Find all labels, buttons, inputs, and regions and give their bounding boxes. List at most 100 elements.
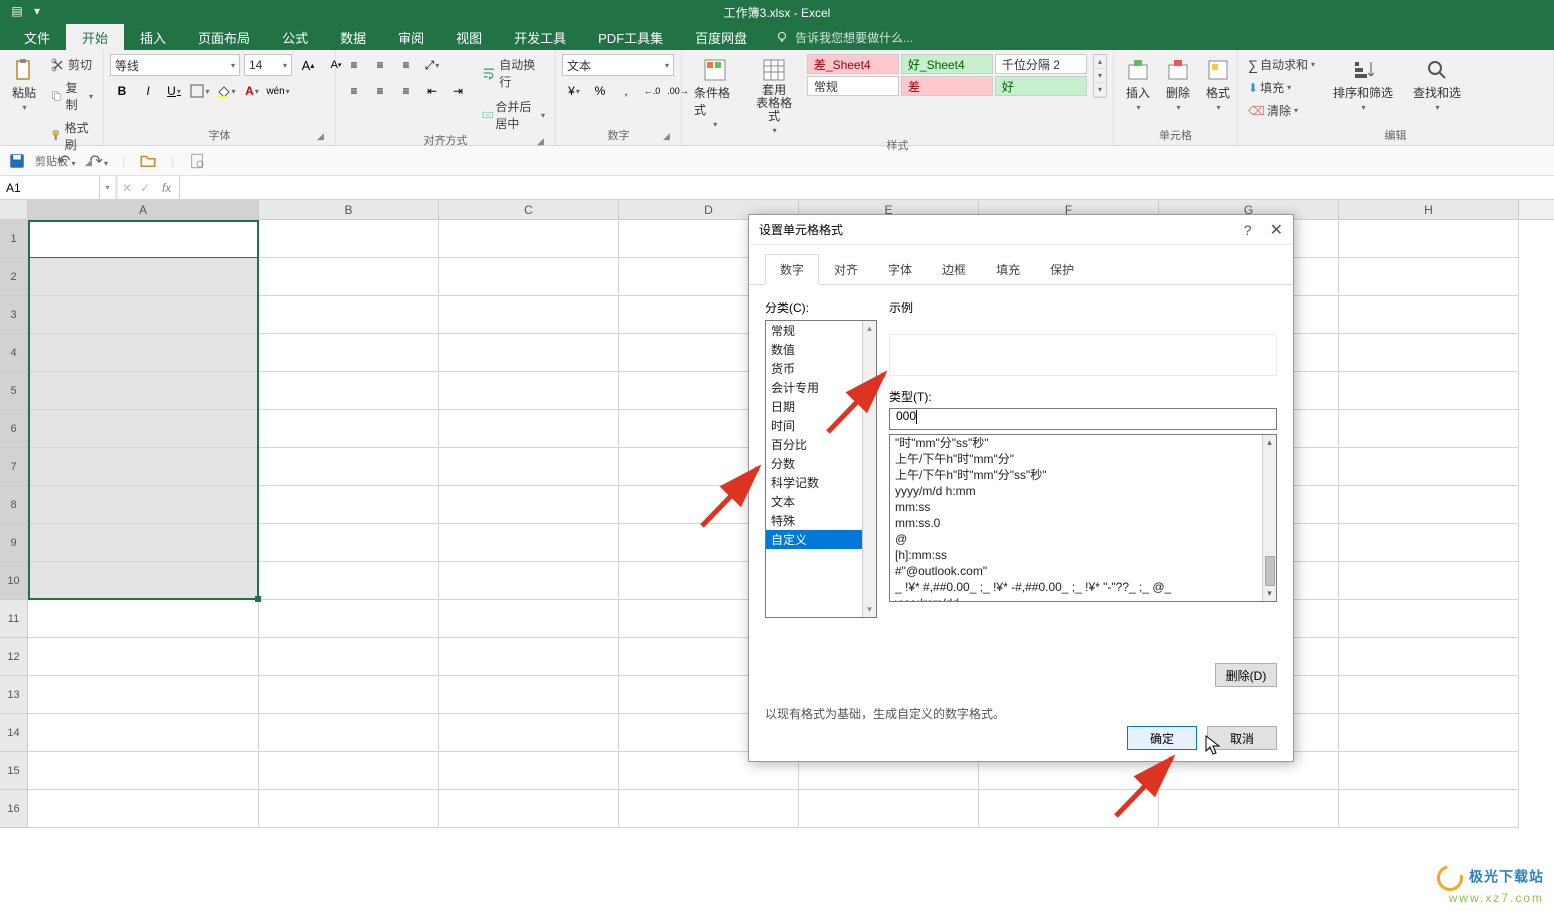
cell[interactable] [1339, 600, 1519, 638]
select-all-corner[interactable] [0, 200, 28, 219]
cell[interactable] [28, 334, 259, 372]
category-item[interactable]: 时间 [766, 416, 862, 435]
cell[interactable] [1339, 220, 1519, 258]
row-header[interactable]: 11 [0, 600, 28, 638]
style-cell[interactable]: 好 [995, 76, 1087, 96]
number-format-combo[interactable]: 文本▾ [562, 54, 674, 76]
row-header[interactable]: 1 [0, 220, 28, 258]
cell[interactable] [1339, 258, 1519, 296]
row-header[interactable]: 15 [0, 752, 28, 790]
category-item[interactable]: 科学记数 [766, 473, 862, 492]
row-header[interactable]: 10 [0, 562, 28, 600]
tab-baidu[interactable]: 百度网盘 [679, 24, 763, 50]
type-item[interactable]: mm:ss.0 [894, 515, 1258, 531]
cell[interactable] [259, 752, 439, 790]
cell[interactable] [439, 334, 619, 372]
cell[interactable] [28, 296, 259, 334]
style-cell[interactable]: 差 [901, 76, 993, 96]
cell[interactable] [1339, 486, 1519, 524]
cell[interactable] [28, 410, 259, 448]
cell[interactable] [259, 562, 439, 600]
name-box-dropdown[interactable]: ▾ [100, 176, 118, 199]
dialog-tab[interactable]: 边框 [927, 254, 981, 285]
cell[interactable] [799, 790, 979, 828]
dialog-launcher-icon[interactable]: ◢ [317, 131, 329, 143]
cell[interactable] [979, 790, 1159, 828]
inc-decimal-button[interactable]: ←.0 [640, 80, 664, 102]
column-header[interactable]: B [259, 200, 439, 219]
cell[interactable] [28, 790, 259, 828]
cell[interactable] [439, 524, 619, 562]
print-preview-icon[interactable] [188, 152, 206, 170]
paste-button[interactable]: 粘贴 ▾ [6, 54, 42, 116]
style-cell[interactable]: 常规 [807, 76, 899, 96]
cell[interactable] [28, 524, 259, 562]
category-item[interactable]: 日期 [766, 397, 862, 416]
cut-button[interactable]: 剪切 [46, 54, 97, 75]
row-header[interactable]: 3 [0, 296, 28, 334]
cell[interactable] [1339, 296, 1519, 334]
dialog-close-icon[interactable]: ✕ [1270, 220, 1283, 240]
column-header[interactable]: C [439, 200, 619, 219]
tell-me[interactable]: 告诉我您想要做什么... [775, 24, 913, 50]
cell[interactable] [439, 714, 619, 752]
cancel-button[interactable]: 取消 [1207, 726, 1277, 750]
cell[interactable] [28, 676, 259, 714]
insert-cells-button[interactable]: 插入▾ [1120, 54, 1156, 116]
type-item[interactable]: "时"mm"分"ss"秒" [894, 435, 1258, 451]
merge-center-button[interactable]: 合并后居中▾ [478, 96, 549, 134]
cell[interactable] [1339, 448, 1519, 486]
dialog-tab[interactable]: 对齐 [819, 254, 873, 285]
cell[interactable] [259, 220, 439, 258]
gallery-more-icon[interactable]: ▾ [1094, 83, 1106, 97]
bold-button[interactable]: B [110, 80, 134, 102]
cell[interactable] [439, 790, 619, 828]
category-item[interactable]: 会计专用 [766, 378, 862, 397]
cell[interactable] [439, 600, 619, 638]
row-header[interactable]: 13 [0, 676, 28, 714]
font-color-button[interactable]: A▾ [240, 80, 264, 102]
style-cell[interactable]: 好_Sheet4 [901, 54, 993, 74]
tab-data[interactable]: 数据 [324, 24, 382, 50]
orientation-button[interactable]: ⤢▾ [420, 54, 444, 76]
type-item[interactable]: yyyy/m/d h:mm [894, 483, 1258, 499]
scroll-down-icon[interactable]: ▾ [867, 604, 872, 615]
cell[interactable] [439, 638, 619, 676]
tab-review[interactable]: 审阅 [382, 24, 440, 50]
cell[interactable] [1339, 714, 1519, 752]
clear-button[interactable]: ⌫清除▾ [1244, 100, 1319, 121]
tab-devtools[interactable]: 开发工具 [498, 24, 582, 50]
category-item[interactable]: 分数 [766, 454, 862, 473]
dialog-tab[interactable]: 数字 [765, 254, 819, 285]
cell[interactable] [1339, 372, 1519, 410]
wrap-text-button[interactable]: 自动换行 [478, 54, 549, 92]
tab-formula[interactable]: 公式 [266, 24, 324, 50]
cell[interactable] [259, 790, 439, 828]
delete-format-button[interactable]: 删除(D) [1215, 663, 1277, 687]
dialog-tab[interactable]: 字体 [873, 254, 927, 285]
autosum-button[interactable]: ∑自动求和▾ [1244, 54, 1319, 75]
cell[interactable] [259, 372, 439, 410]
row-header[interactable]: 2 [0, 258, 28, 296]
cell[interactable] [1339, 334, 1519, 372]
tab-view[interactable]: 视图 [440, 24, 498, 50]
gallery-scroll[interactable]: ▴ ▾ ▾ [1093, 54, 1107, 98]
row-header[interactable]: 14 [0, 714, 28, 752]
type-item[interactable]: #"@outlook.com" [894, 563, 1258, 579]
dialog-tab[interactable]: 保护 [1035, 254, 1089, 285]
cell[interactable] [28, 220, 259, 258]
row-header[interactable]: 9 [0, 524, 28, 562]
format-painter-button[interactable]: 格式刷 [46, 117, 97, 155]
align-bottom-button[interactable]: ≡ [394, 54, 418, 76]
type-item[interactable]: @ [894, 531, 1258, 547]
category-item[interactable]: 数值 [766, 340, 862, 359]
cell[interactable] [439, 676, 619, 714]
cell[interactable] [439, 486, 619, 524]
name-box[interactable]: A1 [0, 176, 100, 199]
cell[interactable] [439, 562, 619, 600]
table-format-button[interactable]: 套用 表格格式▾ [747, 54, 800, 139]
cell[interactable] [439, 296, 619, 334]
cell[interactable] [439, 372, 619, 410]
style-cell[interactable]: 千位分隔 2 [995, 54, 1087, 74]
category-item[interactable]: 百分比 [766, 435, 862, 454]
